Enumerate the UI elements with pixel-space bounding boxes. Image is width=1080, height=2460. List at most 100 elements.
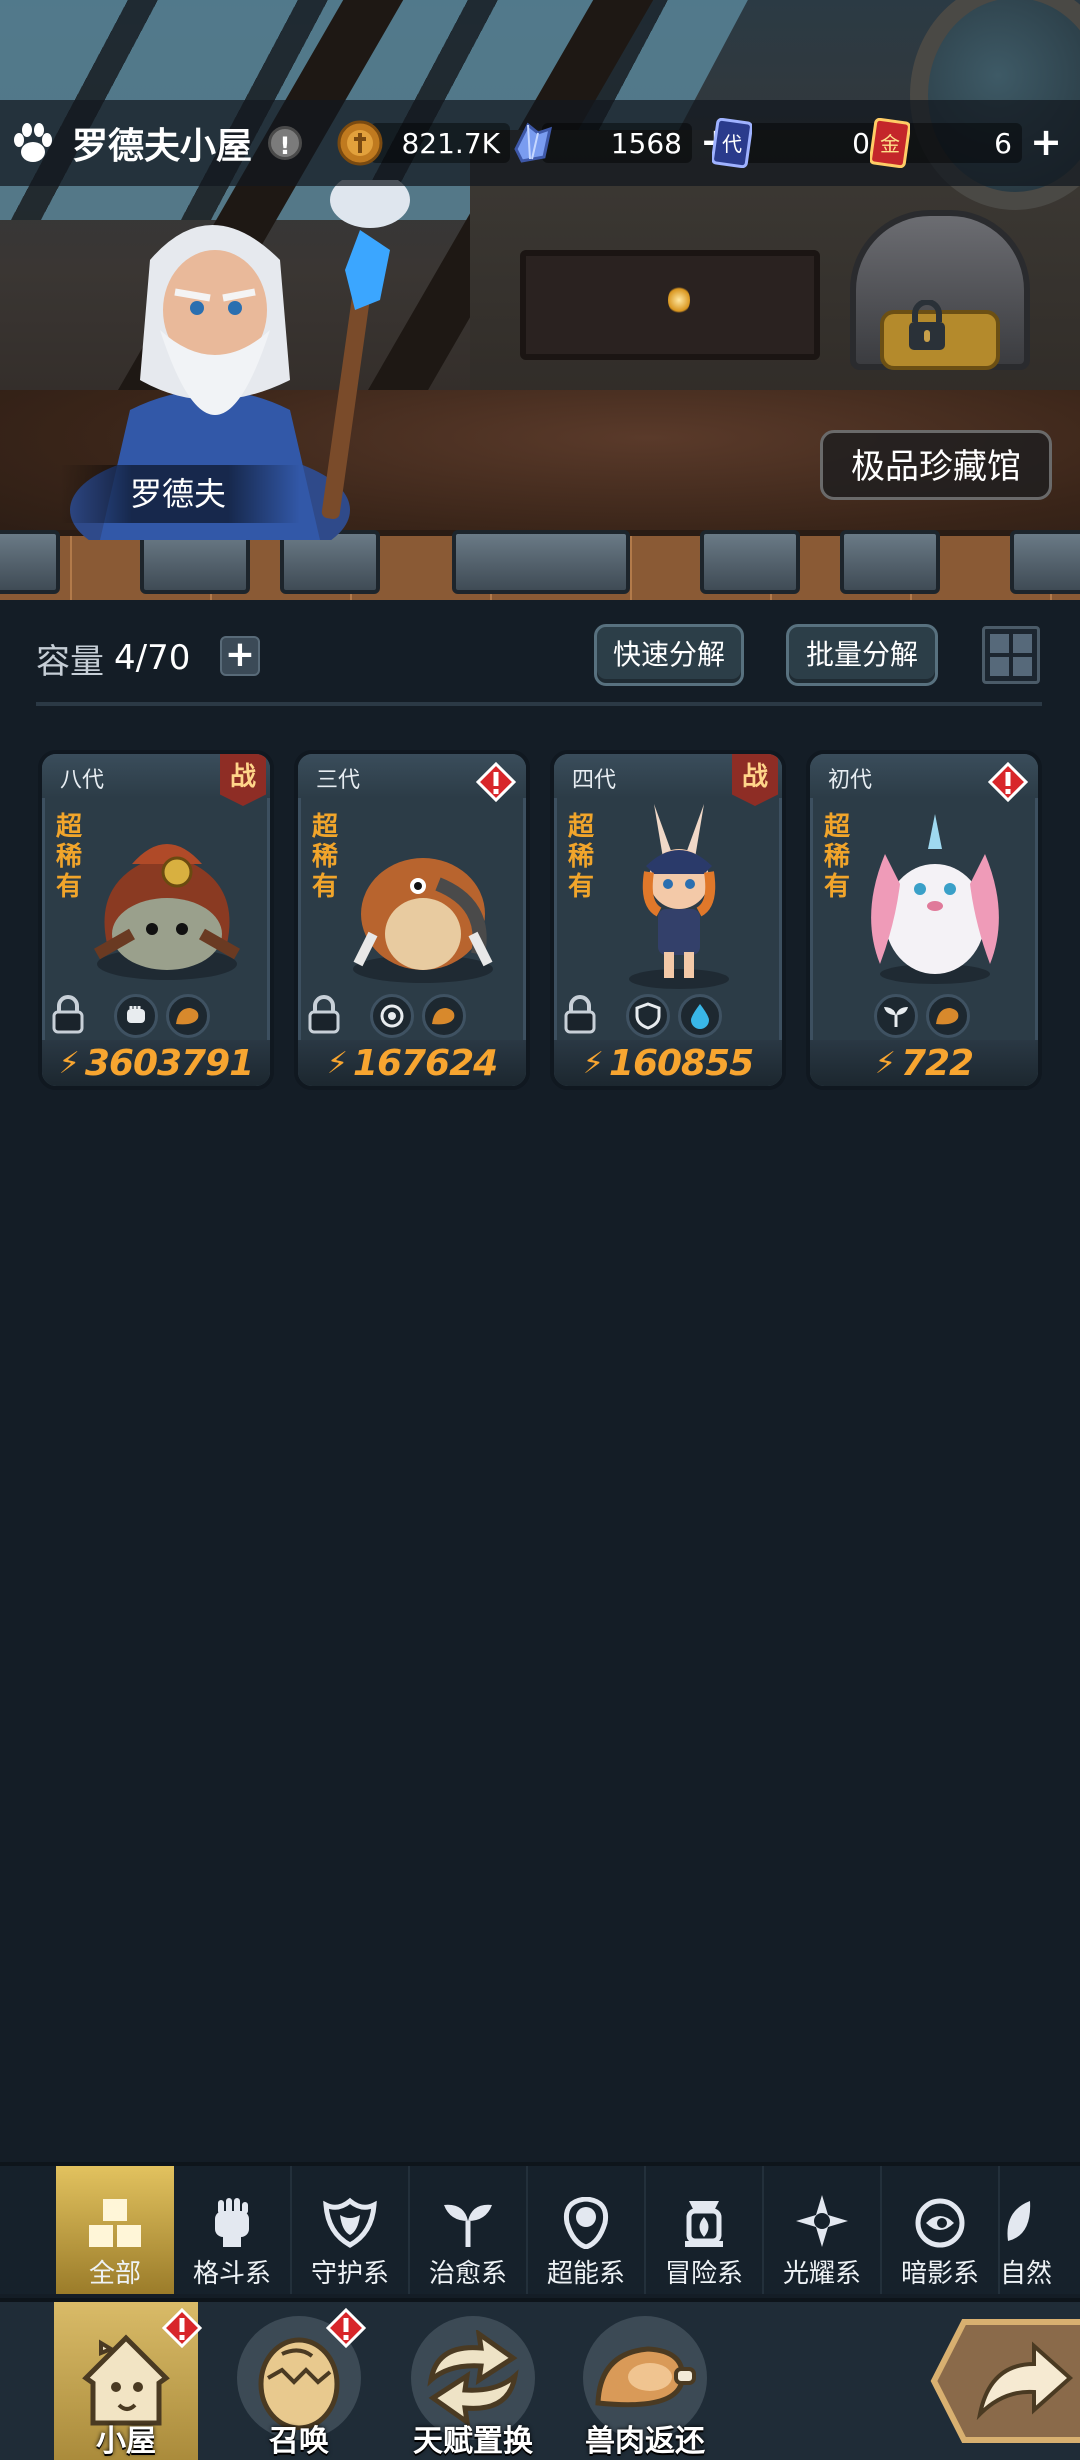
coin-resource: 821.7K [336,117,510,169]
home-title: 罗德夫小屋 [72,126,253,167]
pet-card[interactable]: 四代 战 超稀有 ⚡ 160855 [550,750,786,1090]
filter-nature[interactable]: 自然 [1000,2166,1060,2294]
filter-adventure[interactable]: 冒险系 [646,2166,764,2294]
info-badge-icon[interactable]: ! [268,126,303,160]
crystal-resource: 1568 + [508,117,736,169]
nav-talent-swap[interactable]: 天赋置换 [388,2302,558,2460]
nav-label: 天赋置换 [413,2424,533,2459]
creature-portrait [629,804,729,989]
filter-psychic[interactable]: 超能系 [528,2166,646,2294]
premium-collection-button[interactable]: 极品珍藏馆 [820,430,1052,500]
trait-icons [114,994,210,1038]
meat-icon [926,994,970,1038]
pet-card[interactable]: 初代 超稀有 ⚡ 722 [806,750,1042,1090]
nav-summon[interactable]: 召唤 [214,2302,384,2460]
npc-name-label: 罗德夫 [60,465,300,523]
grid-view-toggle-icon[interactable] [982,626,1040,684]
capacity-value: 4/70 [114,638,191,678]
leaf-icon [1007,2201,1031,2241]
paw-icon [14,123,52,162]
hero-scene: 罗德夫 极品珍藏馆 [0,0,1080,600]
power-display: ⚡ 167624 [298,1040,526,1086]
sprout-icon [444,2204,492,2247]
section-divider [36,702,1042,706]
filter-radiant[interactable]: 光耀系 [764,2166,882,2294]
creature-portrait [871,814,999,984]
card-generation: 四代 [572,768,617,793]
filter-label: 治愈系 [428,2259,507,2289]
card-generation: 三代 [316,768,361,793]
creature-portrait [94,844,240,980]
filter-label: 暗影系 [900,2259,979,2289]
power-display: ⚡ 722 [810,1040,1038,1086]
filter-label: 守护系 [310,2259,389,2289]
add-gold-card-button[interactable]: + [1026,123,1066,163]
meat-icon [166,994,210,1038]
fist-icon [114,994,158,1038]
card-power: 160855 [608,1042,754,1084]
nav-cabin[interactable]: 小屋 [54,2302,202,2460]
card-power: 3603791 [84,1042,254,1084]
quick-decompose-button[interactable]: 快速分解 [594,624,744,686]
filter-healing[interactable]: 治愈系 [410,2166,528,2294]
filter-fighting[interactable]: 格斗系 [174,2166,292,2294]
generation-card-resource: 代 0 [712,117,880,169]
pet-card[interactable]: 八代 战 超稀有 ⚡ 3603791 [38,750,274,1090]
shield-icon [626,994,670,1038]
lock-icon[interactable] [306,994,342,1034]
capacity-display: 容量 4/70 [36,630,190,686]
capacity-label: 容量 [36,641,104,682]
svg-text:代: 代 [722,132,742,156]
generation-card-amount: 0 [740,123,880,163]
svg-text:金: 金 [880,132,900,156]
bottom-navigation: 小屋 召唤 天赋置换 兽肉返还 [0,2298,1080,2460]
nav-label: 召唤 [269,2424,329,2459]
fist-icon [215,2198,249,2247]
lock-icon[interactable] [50,994,86,1034]
eye-icon [915,2198,965,2248]
home-title-group[interactable]: 罗德夫小屋 ! [0,100,303,186]
swap-arrows-icon [427,2330,519,2426]
filter-label: 格斗系 [192,2259,271,2289]
water-drop-icon [678,994,722,1038]
trait-icons [370,994,466,1038]
filter-label: 超能系 [546,2259,625,2289]
crystal-icon [514,122,553,163]
star-compass-icon [796,2195,848,2247]
alert-icon [162,2308,202,2348]
filter-label: 光耀系 [782,2259,861,2289]
power-display: ⚡ 3603791 [42,1040,270,1086]
stage-stone [452,530,630,594]
trait-icons [874,994,970,1038]
card-generation: 八代 [60,768,105,793]
alert-icon [326,2308,366,2348]
batch-decompose-button[interactable]: 批量分解 [786,624,938,686]
meat-icon [595,2346,696,2408]
gold-card-resource: 金 6 + [870,117,1066,169]
expand-capacity-button[interactable]: + [220,636,260,676]
generation-card-icon: 代 [712,118,752,168]
filter-all[interactable]: 全部 [56,2166,174,2294]
lock-icon [909,300,945,350]
card-power: 722 [900,1042,974,1084]
stage-stone [0,530,60,594]
filter-label: 冒险系 [664,2259,743,2289]
gold-card-amount: 6 [898,123,1022,163]
stage-stone [700,530,800,594]
gold-card-icon: 金 [870,118,910,168]
filter-shadow[interactable]: 暗影系 [882,2166,1000,2294]
creature-portrait [353,858,493,983]
alien-icon [563,2197,609,2249]
share-arrow-button[interactable] [930,2318,1080,2444]
meat-icon [422,994,466,1038]
lock-icon[interactable] [562,994,598,1034]
flame-icon [685,2201,723,2247]
shield-icon [323,2197,377,2248]
pet-card[interactable]: 三代 超稀有 ⚡ 167624 [294,750,530,1090]
filter-guardian[interactable]: 守护系 [292,2166,410,2294]
nav-meat-return[interactable]: 兽肉返还 [560,2302,730,2460]
category-filter-bar: 全部 格斗系 守护系 治愈系 超能系 冒险系 光耀系 暗影系 自然 [0,2162,1080,2294]
nav-label: 小屋 [96,2424,156,2459]
sprout-icon [874,994,918,1038]
card-generation: 初代 [828,768,873,793]
